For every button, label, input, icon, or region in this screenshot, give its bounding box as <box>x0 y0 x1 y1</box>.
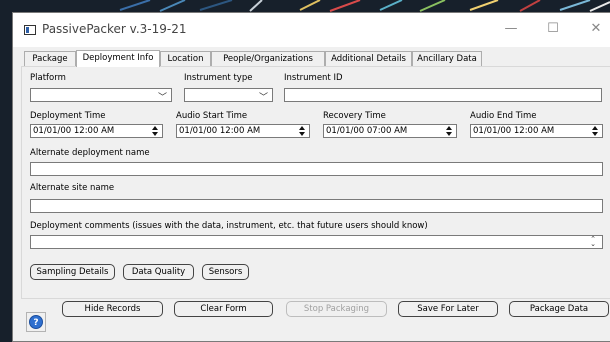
data-quality-button[interactable]: Data Quality <box>123 264 194 280</box>
chevron-down-icon: ﹀ <box>258 93 268 103</box>
close-icon[interactable]: ✕ <box>585 20 607 38</box>
clear-form-button[interactable]: Clear Form <box>174 301 273 317</box>
alt-deployment-label: Alternate deployment name <box>30 148 150 158</box>
comments-input[interactable]: ⌃ ⌄ <box>30 235 603 249</box>
stop-packaging-button[interactable]: Stop Packaging <box>286 301 387 317</box>
minimize-icon[interactable]: — <box>500 20 522 38</box>
tab-package[interactable]: Package <box>24 51 76 66</box>
tab-location[interactable]: Location <box>160 51 211 66</box>
main-window: PassivePacker v.3-19-21 — ☐ ✕ Package De… <box>12 12 610 342</box>
sampling-details-button[interactable]: Sampling Details <box>30 264 115 280</box>
app-icon <box>24 25 36 35</box>
title-bar[interactable]: PassivePacker v.3-19-21 — ☐ ✕ <box>13 13 610 47</box>
platform-label: Platform <box>30 73 66 83</box>
scroll-spinner-icon[interactable]: ⌃ ⌄ <box>590 236 596 248</box>
hide-records-button[interactable]: Hide Records <box>62 301 163 317</box>
audio-end-input[interactable]: 01/01/00 12:00 AM <box>470 124 603 138</box>
spinner-icon[interactable] <box>445 125 454 137</box>
recovery-time-value: 01/01/00 07:00 AM <box>326 126 408 136</box>
help-icon[interactable]: ? <box>29 315 43 329</box>
spinner-icon[interactable] <box>591 125 600 137</box>
package-data-button[interactable]: Package Data <box>509 301 609 317</box>
instrument-type-select[interactable]: ﹀ <box>184 88 273 103</box>
recovery-time-input[interactable]: 01/01/00 07:00 AM <box>323 124 457 138</box>
instrument-type-label: Instrument type <box>184 73 253 83</box>
tab-ancillary-data[interactable]: Ancillary Data <box>412 51 482 66</box>
deployment-time-input[interactable]: 01/01/00 12:00 AM <box>30 124 163 138</box>
chevron-down-icon: ﹀ <box>157 93 167 103</box>
window-title: PassivePacker v.3-19-21 <box>42 22 187 36</box>
recovery-time-label: Recovery Time <box>323 111 386 121</box>
audio-start-input[interactable]: 01/01/00 12:00 AM <box>176 124 310 138</box>
maximize-icon[interactable]: ☐ <box>542 20 564 38</box>
tab-deployment-info[interactable]: Deployment Info <box>76 50 160 67</box>
deployment-time-label: Deployment Time <box>30 111 106 121</box>
spinner-icon[interactable] <box>151 125 160 137</box>
audio-end-label: Audio End Time <box>470 111 537 121</box>
deployment-time-value: 01/01/00 12:00 AM <box>33 126 115 136</box>
alt-deployment-input[interactable] <box>30 162 603 176</box>
audio-start-label: Audio Start Time <box>176 111 248 121</box>
comments-label: Deployment comments (issues with the dat… <box>30 221 428 231</box>
sensors-button[interactable]: Sensors <box>202 264 249 280</box>
alt-site-label: Alternate site name <box>30 183 115 193</box>
instrument-id-input[interactable] <box>284 88 602 102</box>
spinner-icon[interactable] <box>298 125 307 137</box>
save-for-later-button[interactable]: Save For Later <box>398 301 498 317</box>
deployment-info-panel: Platform ﹀ Instrument type ﹀ Instrument … <box>21 66 610 299</box>
audio-start-value: 01/01/00 12:00 AM <box>179 126 261 136</box>
tab-people-organizations[interactable]: People/Organizations <box>211 51 325 66</box>
platform-select[interactable]: ﹀ <box>30 88 172 103</box>
tab-additional-details[interactable]: Additional Details <box>325 51 412 66</box>
alt-site-input[interactable] <box>30 199 603 213</box>
audio-end-value: 01/01/00 12:00 AM <box>473 126 555 136</box>
instrument-id-label: Instrument ID <box>284 73 343 83</box>
